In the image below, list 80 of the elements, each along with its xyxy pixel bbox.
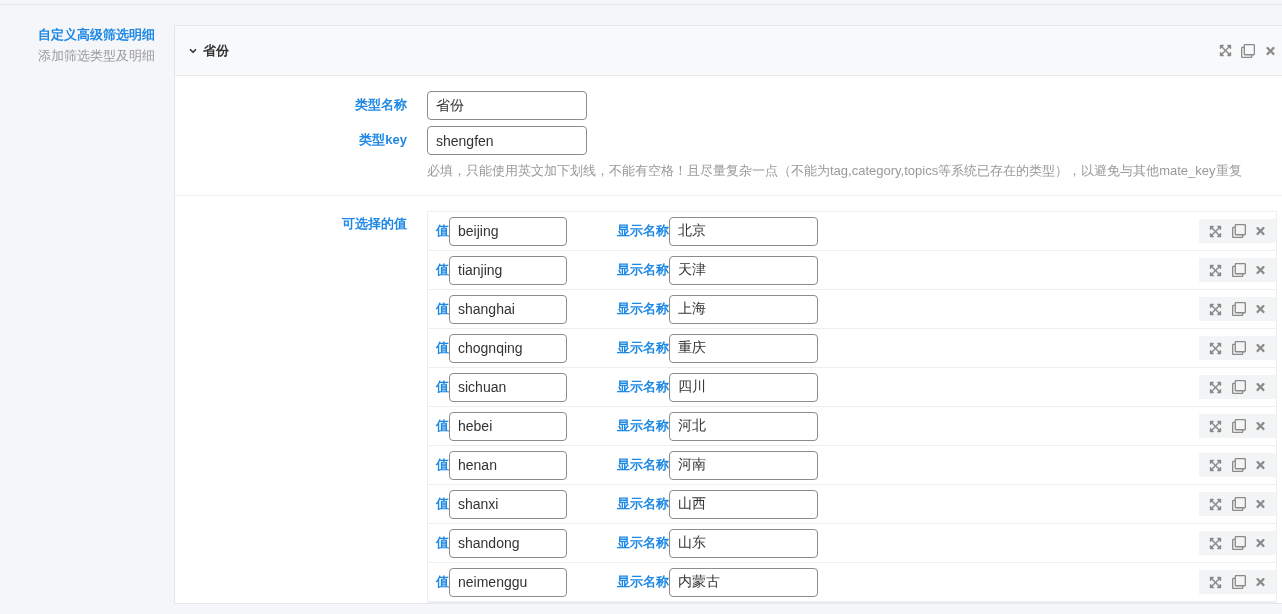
value-label: 值	[436, 261, 449, 280]
close-icon[interactable]	[1254, 497, 1267, 511]
input-field[interactable]: shandong	[449, 528, 567, 558]
input-field[interactable]: 山西	[669, 489, 818, 519]
expand-icon[interactable]	[1208, 575, 1223, 589]
panel-title: 省份	[203, 41, 229, 60]
close-icon[interactable]	[1254, 224, 1267, 238]
close-icon[interactable]	[1254, 536, 1267, 550]
value-label: 值	[436, 417, 449, 436]
input-field[interactable]: 四川	[669, 372, 818, 402]
display-name-label: 显示名称	[617, 495, 669, 514]
input-field[interactable]: 天津	[669, 255, 818, 285]
value-label: 值	[436, 495, 449, 514]
close-icon[interactable]	[1254, 341, 1267, 355]
copy-icon[interactable]	[1231, 458, 1246, 472]
value-label: 值	[436, 378, 449, 397]
input-field[interactable]: hebei	[449, 411, 567, 441]
value-label: 值	[436, 339, 449, 358]
value-label: 值	[436, 456, 449, 475]
close-icon[interactable]	[1254, 302, 1267, 316]
expand-icon[interactable]	[1208, 224, 1223, 238]
field-label: 类型名称	[355, 97, 407, 112]
close-icon[interactable]	[1254, 458, 1267, 472]
copy-icon[interactable]	[1231, 497, 1246, 511]
field-label: 类型key	[359, 132, 407, 147]
section-subtitle: 添加筛选类型及明细	[38, 47, 156, 65]
copy-icon[interactable]	[1241, 43, 1255, 58]
close-icon[interactable]	[1254, 263, 1267, 277]
input-field[interactable]: 山东	[669, 528, 818, 558]
copy-icon[interactable]	[1231, 536, 1246, 550]
section-title: 自定义高级筛选明细	[38, 26, 156, 44]
display-name-label: 显示名称	[617, 456, 669, 475]
copy-icon[interactable]	[1231, 341, 1246, 355]
display-name-label: 显示名称	[617, 300, 669, 319]
input-field[interactable]: chognqing	[449, 333, 567, 363]
input-field[interactable]: neimenggu	[449, 567, 567, 597]
input-field[interactable]: henan	[449, 450, 567, 480]
expand-icon[interactable]	[1208, 263, 1223, 277]
input-field[interactable]: 上海	[669, 294, 818, 324]
value-label: 值	[436, 534, 449, 553]
display-name-label: 显示名称	[617, 339, 669, 358]
display-name-label: 显示名称	[617, 573, 669, 592]
input-field[interactable]: 内蒙古	[669, 567, 818, 597]
display-name-label: 显示名称	[617, 222, 669, 241]
copy-icon[interactable]	[1231, 575, 1246, 589]
display-name-label: 显示名称	[617, 417, 669, 436]
display-name-label: 显示名称	[617, 378, 669, 397]
copy-icon[interactable]	[1231, 419, 1246, 433]
input-field[interactable]: 北京	[669, 216, 818, 246]
field-label: 可选择的值	[342, 216, 407, 231]
close-icon[interactable]	[1254, 575, 1267, 589]
close-icon[interactable]	[1254, 419, 1267, 433]
display-name-label: 显示名称	[617, 261, 669, 280]
value-label: 值	[436, 222, 449, 241]
input-field[interactable]: beijing	[449, 216, 567, 246]
expand-icon[interactable]	[1218, 43, 1232, 58]
input-field[interactable]: 省份	[427, 91, 587, 120]
expand-icon[interactable]	[1208, 497, 1223, 511]
copy-icon[interactable]	[1231, 380, 1246, 394]
input-field[interactable]: sichuan	[449, 372, 567, 402]
copy-icon[interactable]	[1231, 224, 1246, 238]
expand-icon[interactable]	[1208, 536, 1223, 550]
expand-icon[interactable]	[1208, 302, 1223, 316]
expand-icon[interactable]	[1208, 341, 1223, 355]
display-name-label: 显示名称	[617, 534, 669, 553]
input-field[interactable]: shanghai	[449, 294, 567, 324]
value-label: 值	[436, 573, 449, 592]
close-icon[interactable]	[1254, 380, 1267, 394]
input-field[interactable]: shengfen	[427, 126, 587, 155]
input-field[interactable]: tianjing	[449, 255, 567, 285]
value-label: 值	[436, 300, 449, 319]
input-field[interactable]: shanxi	[449, 489, 567, 519]
input-field[interactable]: 河南	[669, 450, 818, 480]
copy-icon[interactable]	[1231, 263, 1246, 277]
input-field[interactable]: 河北	[669, 411, 818, 441]
input-field[interactable]: 重庆	[669, 333, 818, 363]
expand-icon[interactable]	[1208, 458, 1223, 472]
copy-icon[interactable]	[1231, 302, 1246, 316]
expand-icon[interactable]	[1208, 380, 1223, 394]
expand-icon[interactable]	[1208, 419, 1223, 433]
